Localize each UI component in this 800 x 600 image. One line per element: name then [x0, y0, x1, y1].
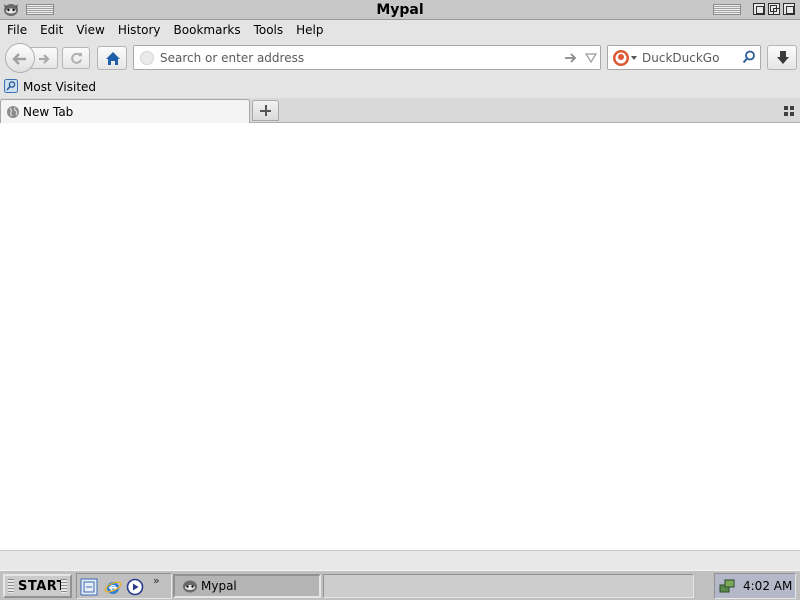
duckduckgo-icon[interactable] — [612, 49, 630, 67]
taskbar: START » Mypal 4:02 AM — [0, 570, 800, 600]
forward-arrow-icon — [39, 54, 50, 64]
system-tray: 4:02 AM — [714, 573, 796, 599]
desktop-icon[interactable] — [80, 578, 98, 596]
quick-launch-more-icon[interactable]: » — [153, 574, 160, 587]
back-button[interactable] — [5, 43, 35, 73]
internet-explorer-icon[interactable] — [104, 578, 122, 596]
menu-tools[interactable]: Tools — [249, 21, 289, 39]
media-player-icon[interactable] — [126, 578, 144, 596]
search-input[interactable] — [642, 49, 738, 67]
globe-icon — [7, 106, 19, 118]
go-arrow-icon[interactable] — [564, 51, 578, 65]
tab-new-tab[interactable]: New Tab — [0, 99, 250, 123]
network-icon[interactable] — [718, 577, 736, 595]
reload-button[interactable] — [62, 47, 90, 69]
back-arrow-icon — [12, 53, 26, 65]
menu-edit[interactable]: Edit — [35, 21, 68, 39]
home-button[interactable] — [97, 46, 127, 70]
history-dropdown-icon[interactable] — [585, 53, 597, 63]
menu-view[interactable]: View — [71, 21, 109, 39]
list-all-tabs-button[interactable] — [784, 106, 794, 116]
menu-history[interactable]: History — [113, 21, 166, 39]
task-area — [323, 574, 694, 598]
search-icon[interactable] — [742, 50, 756, 64]
clock[interactable]: 4:02 AM — [743, 579, 792, 593]
search-engine-dropdown-icon[interactable] — [631, 56, 637, 60]
status-strip — [0, 550, 800, 570]
address-input[interactable] — [160, 49, 550, 67]
bookmark-most-visited[interactable]: Most Visited — [23, 80, 96, 94]
tab-label: New Tab — [23, 105, 74, 119]
maximize-button[interactable] — [768, 3, 780, 15]
page-content[interactable] — [0, 123, 800, 550]
address-bar[interactable] — [133, 45, 601, 70]
search-bar[interactable] — [607, 45, 761, 70]
download-arrow-icon — [777, 51, 789, 64]
menu-bookmarks[interactable]: Bookmarks — [169, 21, 246, 39]
most-visited-icon[interactable] — [4, 79, 18, 93]
start-button[interactable]: START — [3, 574, 72, 598]
downloads-button[interactable] — [767, 45, 797, 70]
window-title: Mypal — [376, 2, 424, 18]
start-grip-left — [8, 579, 14, 593]
task-mypal[interactable]: Mypal — [173, 574, 321, 598]
start-grip-right — [61, 579, 67, 593]
site-identity-icon[interactable] — [140, 51, 154, 65]
new-tab-button[interactable] — [252, 100, 279, 121]
close-button[interactable] — [783, 3, 795, 15]
menu-help[interactable]: Help — [291, 21, 328, 39]
reload-icon — [71, 52, 82, 64]
menu-bar: File Edit View History Bookmarks Tools H… — [0, 20, 800, 40]
home-icon — [106, 52, 120, 65]
minimize-button[interactable] — [753, 3, 765, 15]
bookmarks-toolbar: Most Visited — [0, 76, 800, 98]
tab-strip: New Tab — [0, 98, 800, 123]
window-shade-button[interactable] — [713, 4, 741, 15]
menu-file[interactable]: File — [2, 21, 32, 39]
mypal-icon — [183, 580, 197, 593]
quick-launch: » — [76, 573, 172, 599]
navigation-toolbar — [0, 40, 800, 76]
title-bar[interactable]: Mypal — [0, 0, 800, 20]
